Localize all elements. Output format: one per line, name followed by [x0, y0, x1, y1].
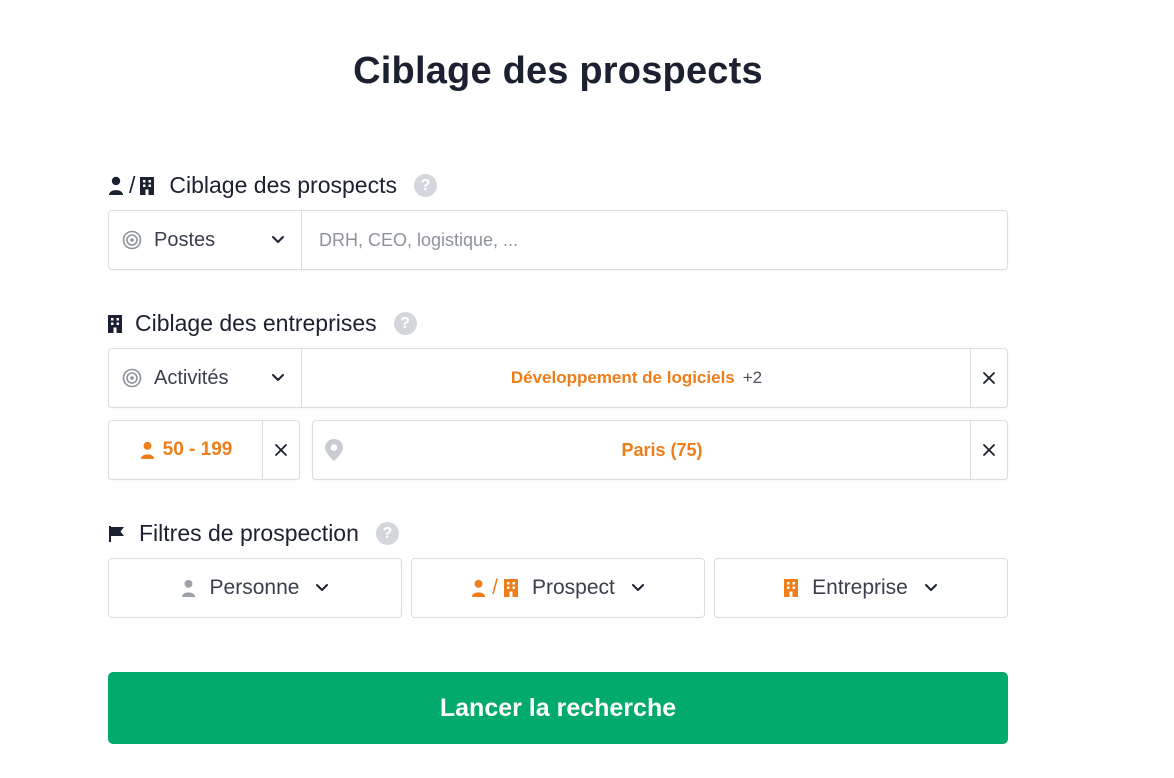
activities-value[interactable]: Développement de logiciels +2 — [301, 349, 971, 407]
building-icon — [503, 579, 518, 597]
clear-size-button[interactable] — [262, 421, 299, 479]
location-filter: Paris (75) — [312, 420, 1008, 480]
company-size-value[interactable]: 50 - 199 — [109, 421, 263, 479]
map-pin-icon — [324, 421, 348, 479]
person-icon — [471, 579, 486, 598]
chevron-down-icon — [631, 583, 645, 593]
section-filters-label: Filtres de prospection ? — [108, 520, 399, 547]
company-filter-dropdown[interactable]: Entreprise — [714, 558, 1008, 618]
close-icon — [982, 443, 996, 457]
person-filter-label: Personne — [209, 576, 300, 599]
clear-activities-button[interactable] — [970, 349, 1007, 407]
help-icon[interactable]: ? — [375, 522, 399, 545]
company-filter-label: Entreprise — [812, 576, 908, 599]
building-icon — [140, 176, 155, 195]
section-title: Ciblage des prospects — [169, 172, 397, 198]
prospects-filter-row: Postes DRH, CEO, logistique, ... — [108, 210, 1008, 270]
person-icon — [108, 176, 124, 196]
section-prospects-label: / Ciblage des prospects ? — [108, 172, 437, 199]
section-title: Ciblage des entreprises — [135, 310, 377, 336]
person-icon — [181, 579, 196, 598]
activity-more-count: +2 — [742, 368, 763, 387]
chevron-down-icon — [271, 373, 285, 383]
separator: / — [492, 576, 498, 599]
separator: / — [129, 172, 136, 198]
jobs-select[interactable]: Postes — [109, 211, 301, 269]
chevron-down-icon — [271, 235, 285, 245]
section-title: Filtres de prospection — [139, 520, 359, 546]
activities-filter-row: Activités Développement de logiciels +2 — [108, 348, 1008, 408]
chevron-down-icon — [315, 583, 329, 593]
chevron-down-icon — [924, 583, 938, 593]
search-button[interactable]: Lancer la recherche — [108, 672, 1008, 744]
page-title: Ciblage des prospects — [353, 50, 763, 92]
location-label: Paris (75) — [621, 439, 703, 460]
person-icon — [140, 441, 155, 460]
company-size-label: 50 - 199 — [162, 439, 233, 460]
target-icon — [122, 230, 142, 250]
prospect-filter-dropdown[interactable]: / Prospect — [411, 558, 705, 618]
close-icon — [982, 371, 996, 385]
activities-select[interactable]: Activités — [109, 349, 301, 407]
clear-location-button[interactable] — [970, 421, 1007, 479]
jobs-input[interactable]: DRH, CEO, logistique, ... — [301, 211, 1007, 269]
section-companies-label: Ciblage des entreprises ? — [108, 310, 417, 337]
help-icon[interactable]: ? — [413, 174, 437, 197]
person-filter-dropdown[interactable]: Personne — [108, 558, 402, 618]
activities-select-label: Activités — [154, 366, 229, 389]
location-value[interactable]: Paris (75) — [353, 421, 971, 479]
building-icon — [108, 314, 122, 333]
close-icon — [274, 443, 288, 457]
building-icon — [784, 579, 799, 597]
prospect-filter-label: Prospect — [531, 576, 615, 599]
flag-icon — [108, 525, 126, 543]
jobs-select-label: Postes — [154, 228, 216, 251]
company-size-filter: 50 - 199 — [108, 420, 300, 480]
target-icon — [122, 368, 142, 388]
help-icon[interactable]: ? — [393, 312, 417, 335]
jobs-input-placeholder: DRH, CEO, logistique, ... — [319, 229, 519, 250]
activity-tag: Développement de logiciels — [510, 368, 735, 387]
